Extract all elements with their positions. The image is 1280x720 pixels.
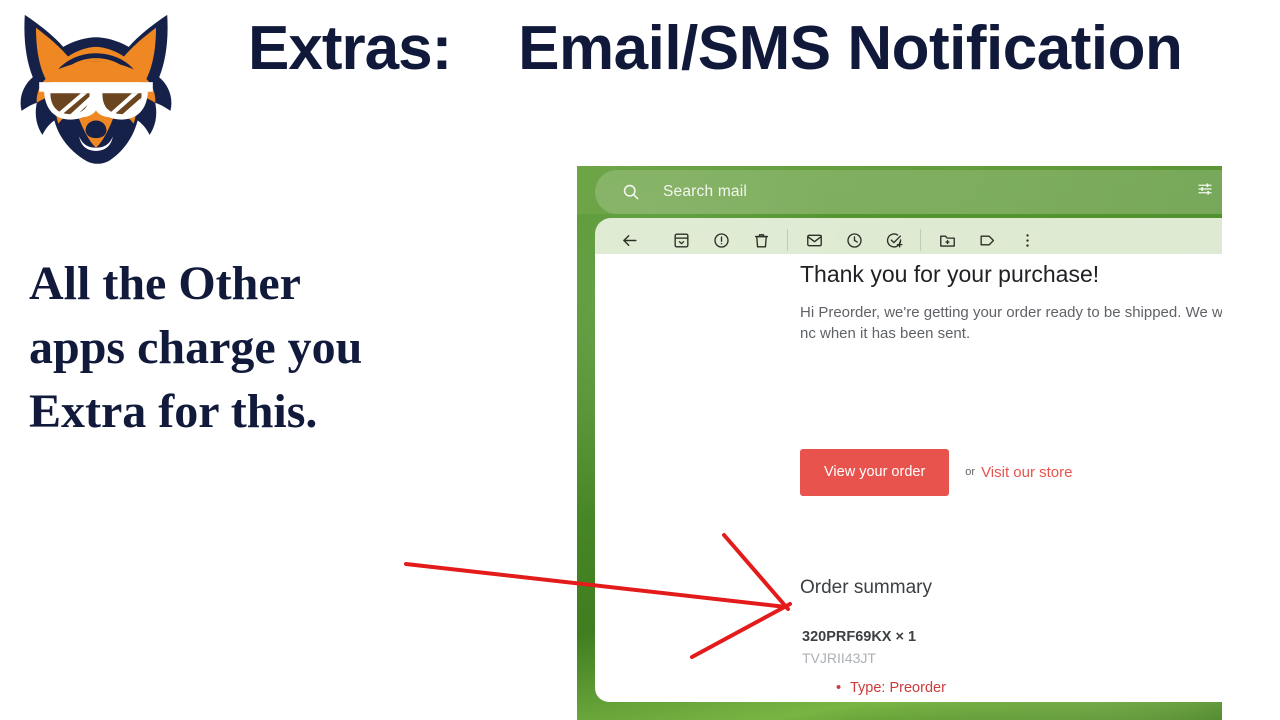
- slide-body-copy: All the Other apps charge you Extra for …: [29, 252, 439, 444]
- email-content: Thank you for your purchase! Hi Preorder…: [800, 254, 1222, 702]
- toolbar-separator: [787, 229, 788, 251]
- slide-body-line-3: Extra for this.: [29, 385, 318, 438]
- mail-top-bar: Search mail: [577, 166, 1222, 214]
- email-heading: Thank you for your purchase!: [800, 261, 1100, 287]
- visit-our-store-link[interactable]: Visit our store: [981, 464, 1072, 481]
- order-line-item-sku: TVJRII43JT: [802, 650, 876, 666]
- view-your-order-button[interactable]: View your order: [800, 449, 950, 496]
- order-summary-heading: Order summary: [800, 577, 932, 598]
- page-title-lead: Extras:: [248, 14, 452, 83]
- slide-body-line-2: apps charge you: [29, 321, 363, 374]
- fox-head-sunglasses-logo: [12, 8, 172, 173]
- email-body-text: Hi Preorder, we're getting your order re…: [800, 304, 1222, 342]
- cta-or-label: or: [965, 466, 976, 479]
- search-icon: [621, 182, 641, 202]
- page-title-rest: Email/SMS Notification: [518, 14, 1183, 83]
- bullet-icon: •: [836, 680, 842, 696]
- email-cta-row: View your order or Visit our store: [800, 449, 1073, 496]
- toolbar-separator: [920, 229, 921, 251]
- search-input[interactable]: Search mail: [595, 170, 1222, 214]
- slide-body-line-1: All the Other: [29, 257, 301, 310]
- page-title: Extras: Email/SMS Notification: [248, 10, 1248, 88]
- order-line-item-title: 320PRF69KX × 1: [802, 629, 917, 645]
- email-card: Thank you for your purchase! Hi Preorder…: [595, 254, 1222, 702]
- order-line-item-option-label: Type: Preorder: [850, 680, 946, 696]
- order-line-item-option: • Type: Preorder: [836, 680, 946, 696]
- tune-icon[interactable]: [1196, 180, 1214, 198]
- phone-screenshot: Search mail Thank you for your purchase!…: [577, 166, 1222, 720]
- search-placeholder: Search mail: [663, 183, 748, 200]
